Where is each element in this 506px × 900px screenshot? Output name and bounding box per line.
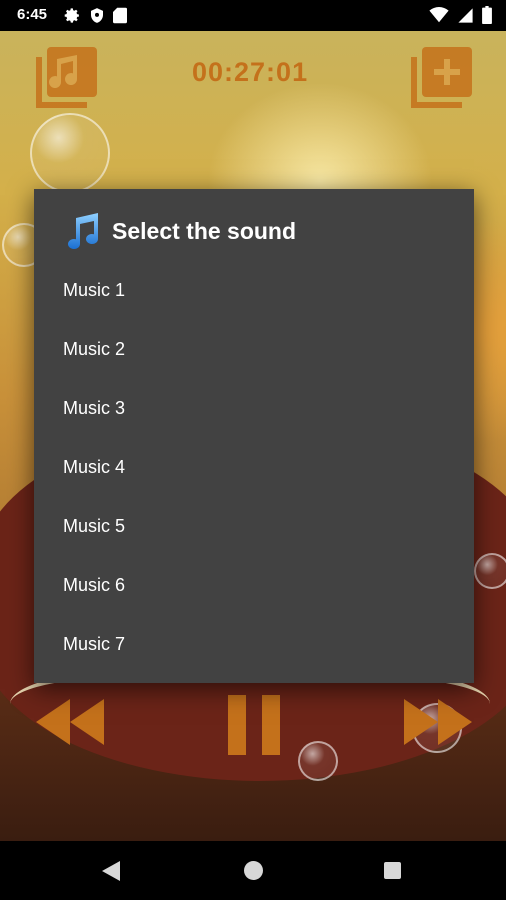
music-item-label: Music 1 — [63, 280, 126, 300]
dialog-title: Select the sound — [112, 217, 297, 244]
recent-apps-button[interactable] — [384, 862, 401, 879]
select-sound-dialog: Select the sound Music 1 Music 2 Music 3… — [34, 189, 474, 683]
rewind-icon — [36, 699, 104, 745]
music-item-label: Music 6 — [63, 575, 126, 595]
back-icon[interactable] — [102, 861, 120, 881]
add-sound-button[interactable] — [408, 43, 476, 111]
bubble-decoration — [474, 553, 506, 589]
music-item-label: Music 2 — [63, 339, 126, 359]
music-library-button[interactable] — [33, 43, 101, 111]
shield-icon — [91, 8, 103, 23]
wifi-icon — [429, 7, 449, 23]
dialog-header: Select the sound — [64, 209, 296, 253]
music-item[interactable]: Music 4 — [34, 438, 474, 497]
playback-controls — [0, 695, 506, 769]
music-item[interactable]: Music 5 — [34, 497, 474, 556]
music-item-label: Music 3 — [63, 398, 126, 418]
sd-card-icon — [113, 7, 127, 24]
music-note-icon — [68, 213, 99, 250]
music-item[interactable]: Music 2 — [34, 320, 474, 379]
status-icons-right — [429, 6, 492, 24]
pause-button[interactable] — [228, 695, 282, 760]
add-library-icon — [411, 47, 472, 108]
music-item-label: Music 4 — [63, 457, 126, 477]
music-item-label: Music 5 — [63, 516, 126, 536]
music-item[interactable]: Music 3 — [34, 379, 474, 438]
bubble-decoration — [30, 113, 110, 193]
status-time: 6:45 — [17, 6, 48, 23]
signal-icon — [458, 7, 473, 23]
music-list: Music 1 Music 2 Music 3 Music 4 Music 5 … — [34, 261, 474, 674]
gear-icon — [64, 8, 79, 23]
status-icons-left — [64, 7, 127, 24]
music-library-icon — [36, 47, 97, 108]
home-button[interactable] — [244, 861, 263, 880]
fast-forward-button[interactable] — [404, 699, 472, 750]
music-item[interactable]: Music 7 — [34, 615, 474, 674]
music-item[interactable]: Music 1 — [34, 261, 474, 320]
music-item[interactable]: Music 6 — [34, 556, 474, 615]
pause-icon — [228, 695, 280, 755]
sleep-timer[interactable]: 00:27:01 — [192, 57, 308, 88]
battery-icon — [482, 6, 492, 24]
fast-forward-icon — [404, 699, 472, 745]
navigation-bar — [0, 841, 506, 900]
rewind-button[interactable] — [36, 699, 104, 750]
status-bar: 6:45 — [0, 0, 506, 31]
music-item-label: Music 7 — [63, 634, 126, 654]
